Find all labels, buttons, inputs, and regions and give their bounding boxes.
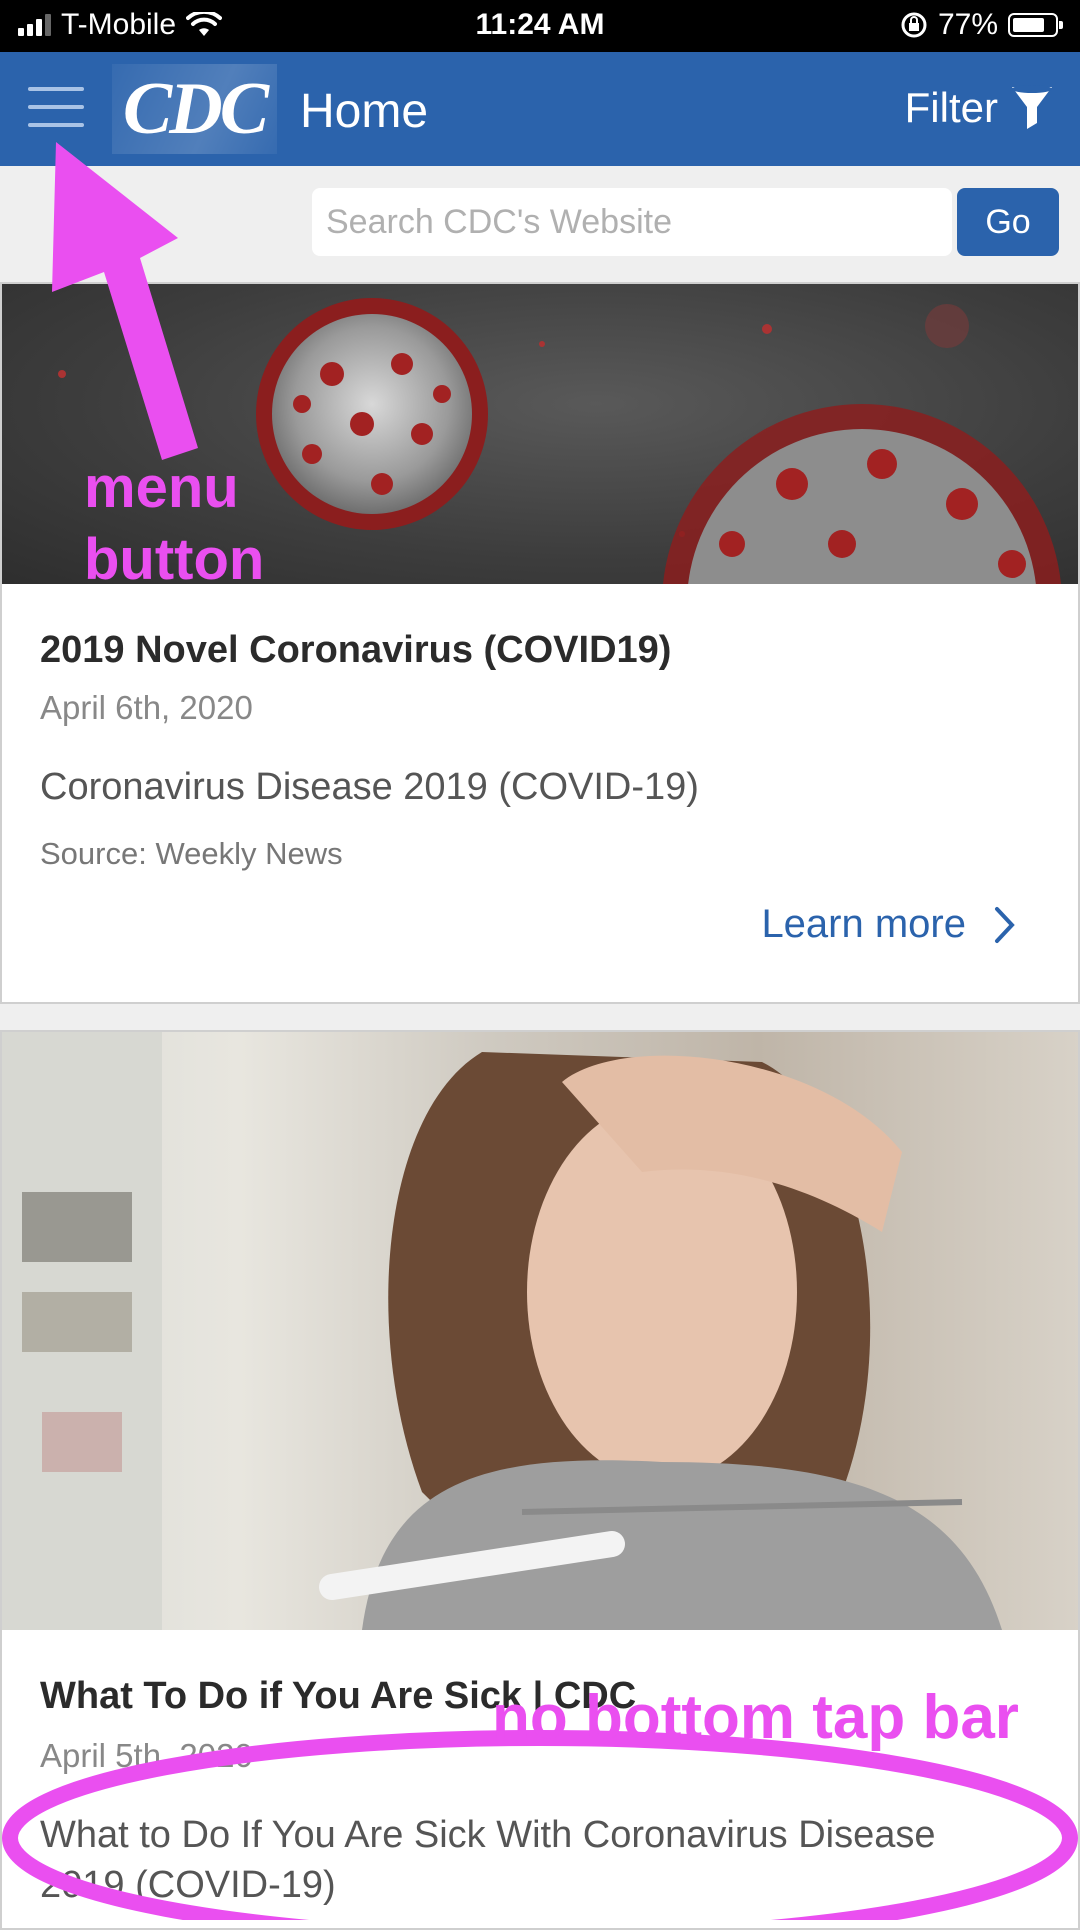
main-virion [256,298,488,530]
cdc-logo: CDC [112,64,277,154]
battery-percent: 77% [937,8,998,41]
card-description: What to Do If You Are Sick With Coronavi… [40,1814,936,1906]
card-title: 2019 Novel Coronavirus (COVID19) [40,629,672,671]
menu-button-annotation: menu button [84,455,265,592]
sick-woman-image [2,1032,1078,1630]
card-source: Source: Weekly News [40,836,343,871]
funnel-icon [1012,85,1052,129]
filter-label: Filter [904,84,998,131]
news-card[interactable]: 2019 Novel Coronavirus (COVID19) April 6… [0,282,1080,1004]
go-button[interactable]: Go [957,188,1059,256]
learn-more-link[interactable]: Learn more [761,902,1016,947]
app-header: CDC Home Filter [0,52,1080,166]
news-card[interactable]: What To Do if You Are Sick | CDC April 5… [0,1030,1080,1930]
learn-more-label: Learn more [761,902,966,946]
status-bar: T-Mobile 11:24 AM 77% [0,0,1080,52]
chevron-right-icon [995,906,1015,943]
second-virion [663,404,1061,584]
page-title: Home [300,85,429,138]
card-date: April 5th, 2020 [40,1737,253,1774]
status-right: 77% [900,8,1063,42]
orientation-lock-icon [901,12,927,38]
card-description: Coronavirus Disease 2019 (COVID-19) [40,766,699,808]
menu-icon[interactable] [28,87,84,131]
card-date: April 6th, 2020 [40,689,253,726]
no-tap-bar-annotation: no bottom tap bar [492,1683,1019,1752]
filter-button[interactable]: Filter [905,84,1054,132]
battery-icon [1008,13,1063,37]
search-input[interactable] [312,188,952,256]
